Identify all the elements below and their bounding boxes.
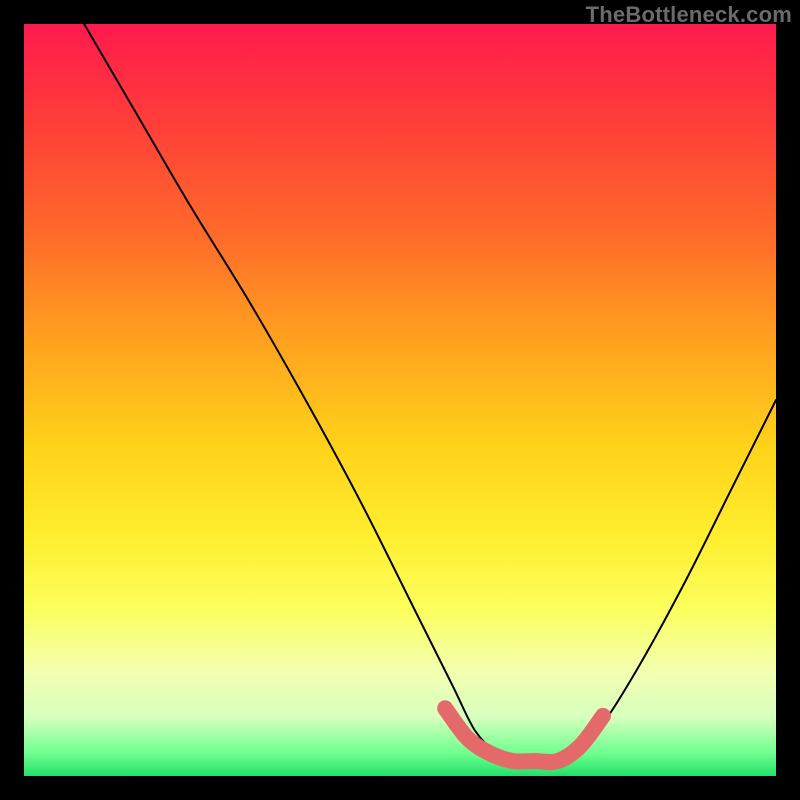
watermark-text: TheBottleneck.com [586, 2, 792, 28]
optimal-range-marker [445, 708, 603, 762]
plot-area [24, 24, 776, 776]
curve-layer [24, 24, 776, 776]
chart-frame: TheBottleneck.com [0, 0, 800, 800]
bottleneck-curve [84, 24, 776, 762]
